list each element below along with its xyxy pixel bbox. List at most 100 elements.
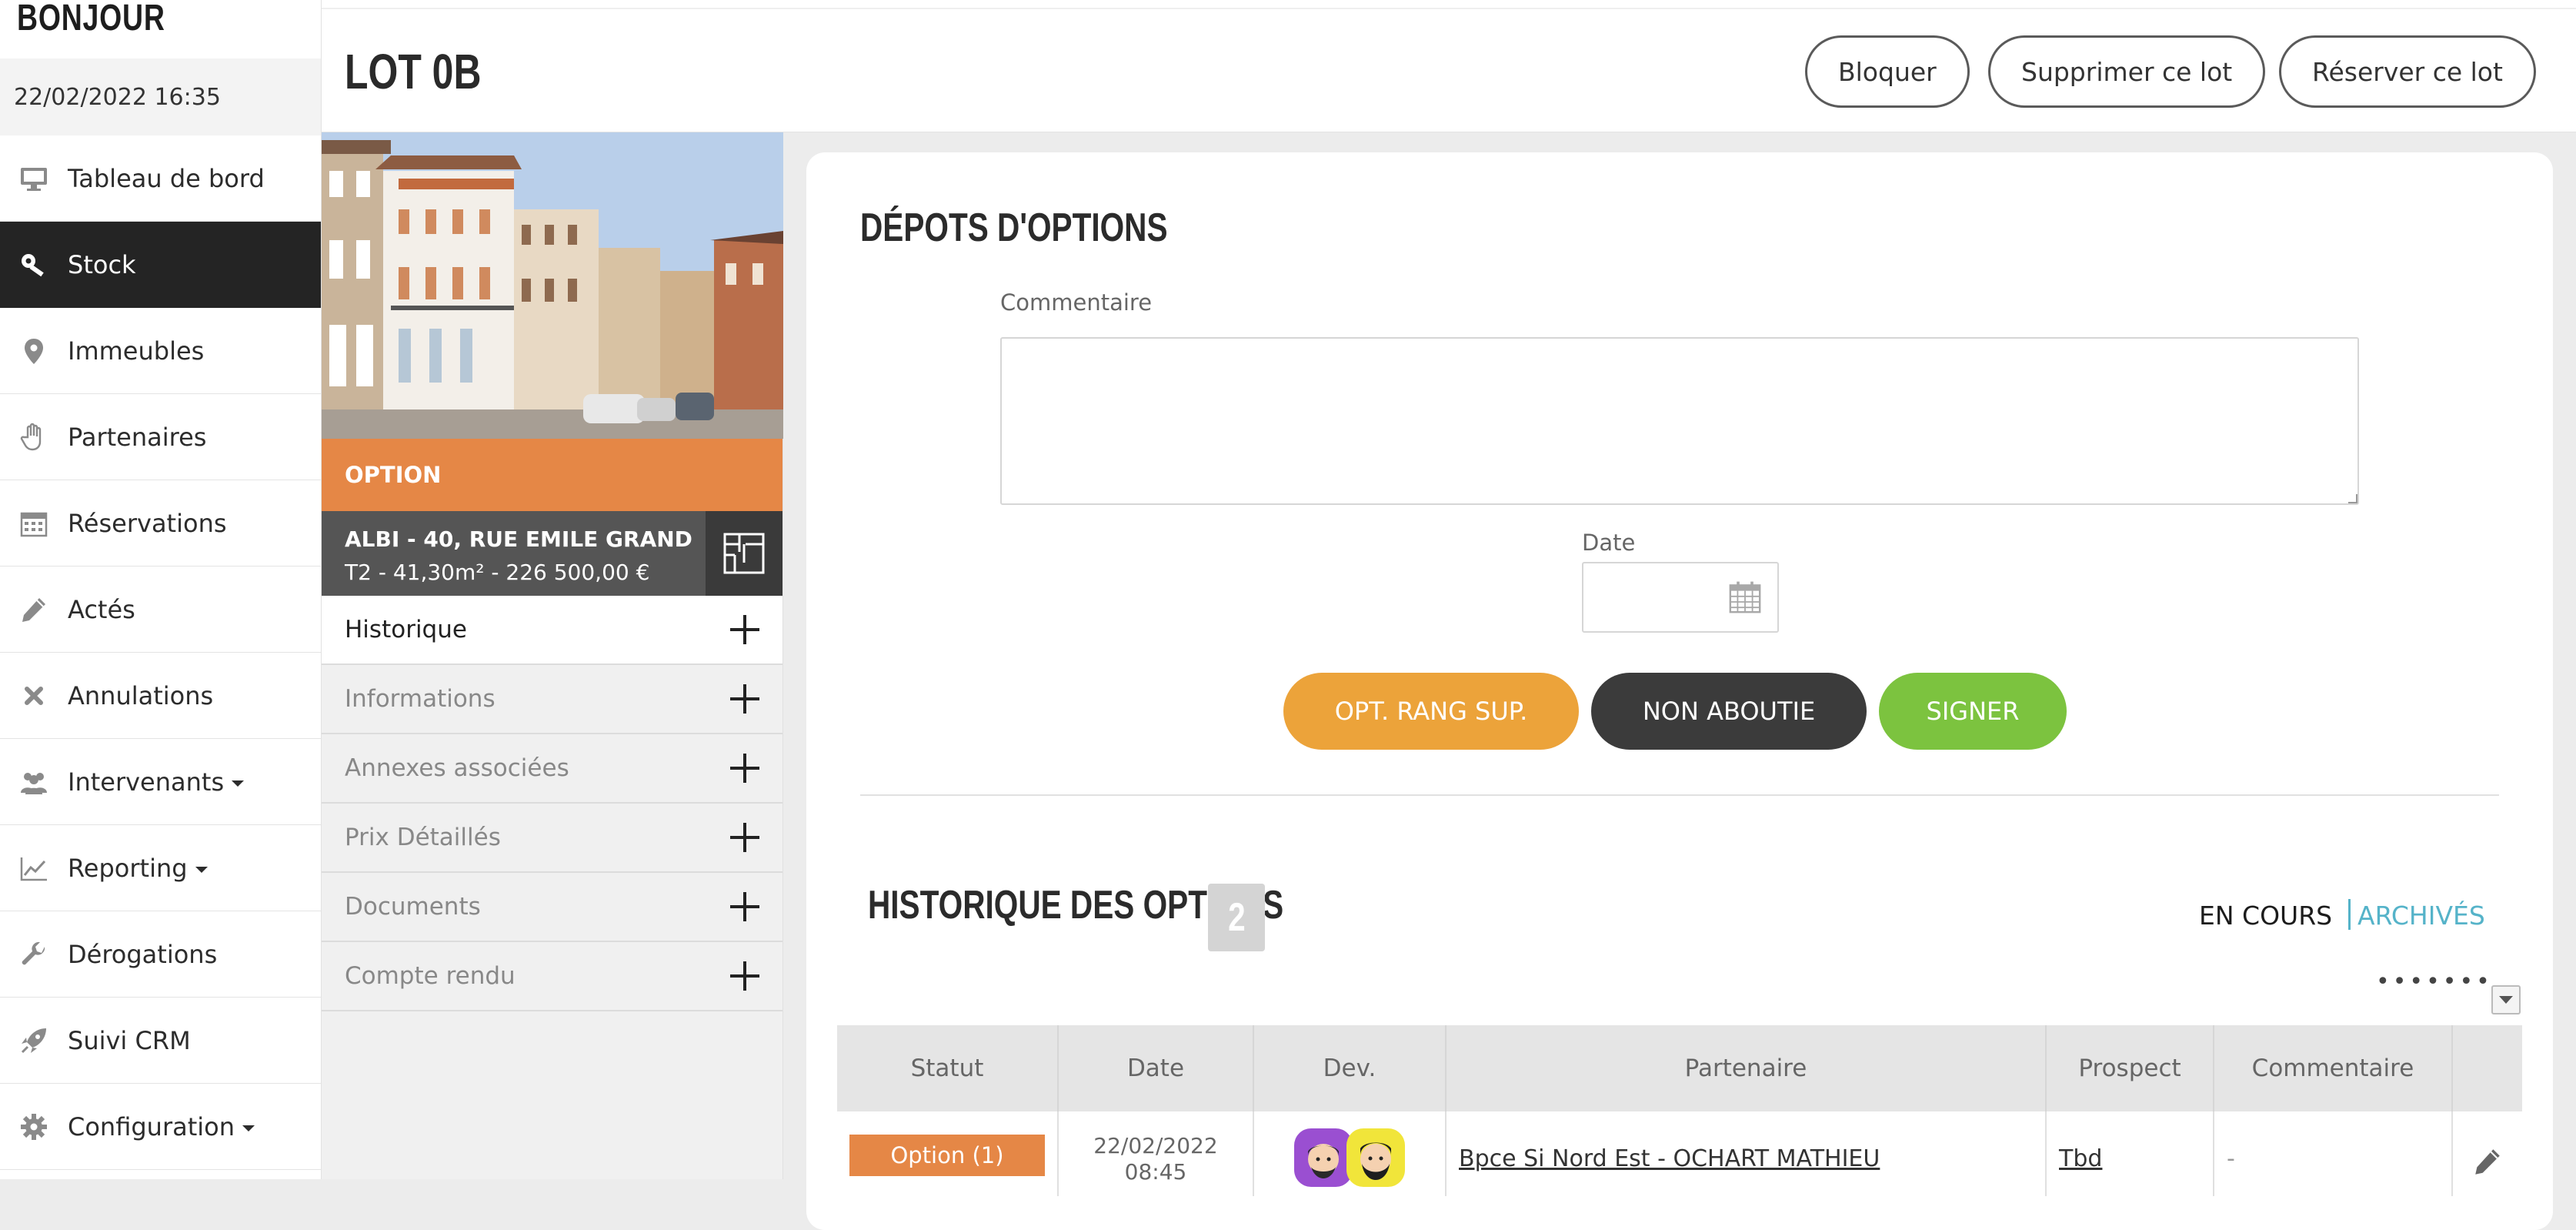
lot-summary: ALBI - 40, RUE EMILE GRAND T2 - 41,30m² … bbox=[322, 511, 782, 596]
page-title-text: LOT 0B bbox=[345, 44, 482, 99]
accordion-annexes[interactable]: Annexes associées bbox=[322, 734, 782, 804]
nav-item-reservations[interactable]: Réservations bbox=[0, 480, 321, 567]
block-button[interactable]: Bloquer bbox=[1805, 35, 1970, 108]
plus-icon bbox=[730, 615, 759, 644]
textarea-resize-handle[interactable] bbox=[2348, 494, 2357, 503]
nav-item-stock[interactable]: Stock bbox=[0, 222, 321, 308]
edit-pencil-icon[interactable] bbox=[2471, 1145, 2504, 1178]
nav-item-tableau-de-bord[interactable]: Tableau de bord bbox=[0, 135, 321, 222]
nav-label: Suivi CRM bbox=[68, 1025, 191, 1055]
cell-prospect: Tbd bbox=[2047, 1111, 2214, 1196]
comment-textarea[interactable] bbox=[1000, 337, 2359, 505]
accordion-historique[interactable]: Historique bbox=[322, 596, 782, 665]
comment-label: Commentaire bbox=[1000, 289, 1153, 316]
cell-developers bbox=[1254, 1111, 1446, 1196]
nav-item-derogations[interactable]: Dérogations bbox=[0, 911, 321, 998]
key-icon bbox=[0, 249, 68, 280]
plus-icon bbox=[730, 961, 759, 991]
floor-plan-button[interactable] bbox=[706, 511, 782, 596]
filter-tab-archives[interactable]: ARCHIVÉS bbox=[2357, 901, 2485, 931]
history-count-badge: 2 bbox=[1208, 884, 1265, 951]
accordion-prix-detailles[interactable]: Prix Détaillés bbox=[322, 804, 782, 873]
nav-label-text: Configuration bbox=[68, 1111, 235, 1141]
more-options-dots[interactable]: ••••••• bbox=[2376, 968, 2493, 995]
plus-icon bbox=[730, 892, 759, 921]
reserve-lot-button[interactable]: Réserver ce lot bbox=[2279, 35, 2536, 108]
calendar-icon bbox=[0, 508, 68, 539]
nav-label-text: Intervenants bbox=[68, 767, 225, 797]
delete-lot-button[interactable]: Supprimer ce lot bbox=[1988, 35, 2266, 108]
close-icon bbox=[0, 680, 68, 711]
column-header-partenaire[interactable]: Partenaire bbox=[1446, 1025, 2047, 1111]
map-pin-icon bbox=[0, 336, 68, 366]
accordion-documents[interactable]: Documents bbox=[322, 873, 782, 942]
option-date-time: 08:45 bbox=[1124, 1159, 1187, 1185]
nav-label: Annulations bbox=[68, 680, 214, 710]
nav-label: Réservations bbox=[68, 508, 227, 538]
date-input[interactable] bbox=[1582, 562, 1779, 633]
filter-tab-en-cours[interactable]: EN COURS bbox=[2199, 901, 2332, 931]
column-header-prospect[interactable]: Prospect bbox=[2047, 1025, 2214, 1111]
nav-label: Actés bbox=[68, 594, 135, 624]
option-rank-up-button[interactable]: OPT. RANG SUP. bbox=[1283, 673, 1579, 750]
monitor-icon bbox=[0, 163, 68, 194]
brand-header: BONJOUR bbox=[0, 0, 321, 58]
avatar bbox=[1294, 1128, 1353, 1187]
nav-label: Stock bbox=[68, 249, 136, 279]
caret-down-icon bbox=[242, 1125, 255, 1131]
sidebar: BONJOUR 22/02/2022 16:35 Tableau de bord… bbox=[0, 0, 322, 1179]
plus-icon bbox=[730, 754, 759, 783]
column-dropdown-toggle[interactable] bbox=[2491, 985, 2521, 1014]
section-title-text: DÉPOTS D'OPTIONS bbox=[860, 206, 1168, 250]
brand-text: BONJOUR bbox=[17, 0, 165, 38]
nav-item-partenaires[interactable]: Partenaires bbox=[0, 394, 321, 480]
column-header-statut[interactable]: Statut bbox=[837, 1025, 1059, 1111]
hand-icon bbox=[0, 422, 68, 453]
nav-label: Dérogations bbox=[68, 939, 218, 969]
accordion-informations[interactable]: Informations bbox=[322, 665, 782, 734]
cell-actions bbox=[2453, 1111, 2522, 1196]
nav-item-suivi-crm[interactable]: Suivi CRM bbox=[0, 998, 321, 1084]
section-divider bbox=[860, 794, 2499, 796]
table-header: Statut Date Dev. Partenaire Prospect Com… bbox=[837, 1025, 2522, 1111]
cell-partner: Bpce Si Nord Est - OCHART MATHIEU bbox=[1446, 1111, 2047, 1196]
column-header-dev[interactable]: Dev. bbox=[1254, 1025, 1446, 1111]
accordion-label: Informations bbox=[345, 685, 496, 713]
chart-line-icon bbox=[0, 853, 68, 884]
prospect-link[interactable]: Tbd bbox=[2059, 1145, 2102, 1172]
section-title-options-deposit: DÉPOTS D'OPTIONS bbox=[860, 205, 1254, 251]
cell-comment: - bbox=[2214, 1111, 2453, 1196]
nav-item-reporting[interactable]: Reporting bbox=[0, 825, 321, 911]
cell-date: 22/02/2022 08:45 bbox=[1059, 1111, 1254, 1196]
accordion-label: Compte rendu bbox=[345, 962, 516, 990]
history-table: Statut Date Dev. Partenaire Prospect Com… bbox=[837, 1025, 2522, 1196]
users-icon bbox=[0, 767, 68, 797]
option-date-day: 22/02/2022 bbox=[1093, 1133, 1218, 1158]
nav-item-configuration[interactable]: Configuration bbox=[0, 1084, 321, 1170]
breadcrumb-divider bbox=[322, 8, 2576, 9]
nav-item-annulations[interactable]: Annulations bbox=[0, 653, 321, 739]
column-header-date[interactable]: Date bbox=[1059, 1025, 1254, 1111]
not-completed-button[interactable]: NON ABOUTIE bbox=[1591, 673, 1867, 750]
nav-item-actes[interactable]: Actés bbox=[0, 567, 321, 653]
table-row: Option (1) 22/02/2022 08:45 Bpce Si Nord… bbox=[837, 1111, 2522, 1196]
options-card: DÉPOTS D'OPTIONS Commentaire Date OPT. R… bbox=[806, 152, 2553, 1230]
calendar-icon[interactable] bbox=[1727, 579, 1763, 616]
top-bar: LOT 0B Bloquer Supprimer ce lot Réserver… bbox=[322, 0, 2576, 132]
filter-separator bbox=[2348, 899, 2351, 930]
accordion-label: Historique bbox=[345, 616, 467, 643]
gear-icon bbox=[0, 1111, 68, 1142]
partner-link[interactable]: Bpce Si Nord Est - OCHART MATHIEU bbox=[1459, 1145, 1880, 1172]
lot-status-badge: OPTION bbox=[322, 439, 782, 511]
column-header-commentaire[interactable]: Commentaire bbox=[2214, 1025, 2453, 1111]
chevron-down-icon bbox=[2499, 996, 2513, 1004]
nav-item-intervenants[interactable]: Intervenants bbox=[0, 739, 321, 825]
wrench-icon bbox=[0, 939, 68, 970]
accordion-label: Documents bbox=[345, 893, 481, 921]
plus-icon bbox=[730, 823, 759, 852]
accordion-compte-rendu[interactable]: Compte rendu bbox=[322, 942, 782, 1011]
sign-button[interactable]: SIGNER bbox=[1879, 673, 2067, 750]
nav-item-immeubles[interactable]: Immeubles bbox=[0, 308, 321, 394]
nav-label: Immeubles bbox=[68, 336, 205, 366]
option-date: 22/02/2022 08:45 bbox=[1093, 1133, 1217, 1185]
